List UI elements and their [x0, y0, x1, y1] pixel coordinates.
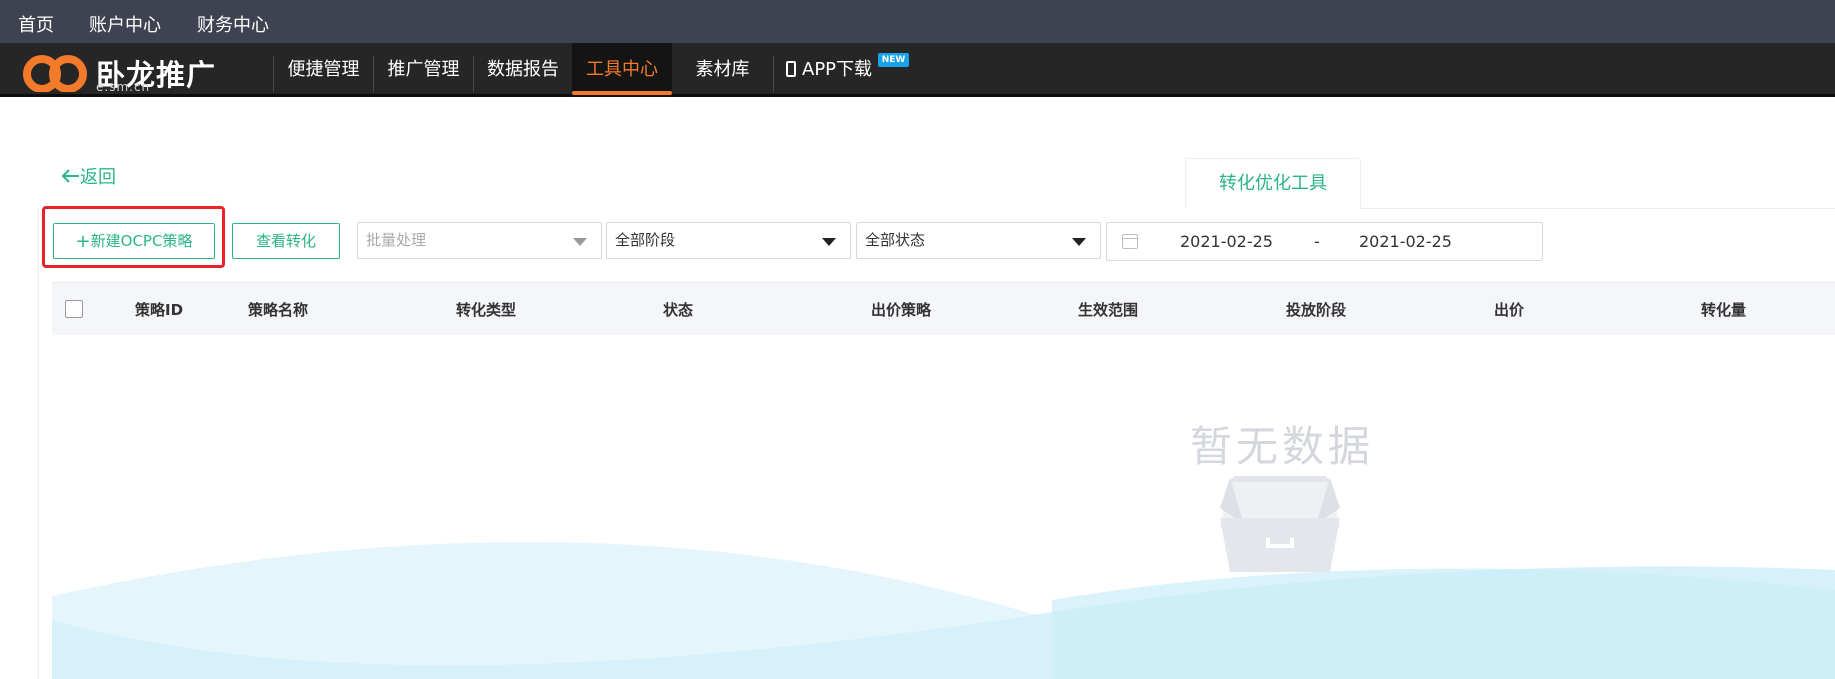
- column-status[interactable]: 状态: [663, 299, 693, 320]
- new-badge: NEW: [878, 53, 909, 67]
- nav-divider: [773, 56, 774, 92]
- column-conversion-count[interactable]: 转化量: [1701, 299, 1746, 320]
- view-conversion-button[interactable]: 查看转化: [232, 223, 340, 259]
- top-nav-finance-center[interactable]: 财务中心: [197, 11, 269, 37]
- column-delivery-stage[interactable]: 投放阶段: [1286, 299, 1346, 320]
- column-strategy-id[interactable]: 策略ID: [135, 299, 183, 320]
- stage-value: 全部阶段: [615, 231, 676, 249]
- content-border: [38, 208, 39, 679]
- caret-down-icon: [1072, 238, 1086, 246]
- nav-item-app-download[interactable]: APP下载: [786, 43, 886, 97]
- decorative-waves: [52, 541, 1835, 679]
- tab-divider: [1361, 208, 1835, 209]
- column-bid-strategy[interactable]: 出价策略: [871, 299, 931, 320]
- status-value: 全部状态: [865, 231, 926, 249]
- date-end[interactable]: 2021-02-25: [1359, 232, 1452, 251]
- nav-item-quick-manage[interactable]: 便捷管理: [274, 43, 373, 97]
- nav-item-promotion-manage[interactable]: 推广管理: [374, 43, 473, 97]
- brand-logo[interactable]: 卧龙推广 e.sm.cn: [22, 50, 237, 94]
- column-effective-scope[interactable]: 生效范围: [1078, 299, 1138, 320]
- nav-item-material-library[interactable]: 素材库: [672, 43, 773, 97]
- column-strategy-name[interactable]: 策略名称: [248, 299, 308, 320]
- select-all-checkbox[interactable]: [65, 300, 83, 318]
- nav-item-data-report[interactable]: 数据报告: [474, 43, 572, 97]
- batch-process-value: 批量处理: [366, 231, 427, 249]
- tab-conversion-optimization[interactable]: 转化优化工具: [1185, 158, 1361, 209]
- calendar-icon: [1122, 234, 1138, 249]
- back-label: 返回: [80, 167, 116, 188]
- back-link[interactable]: 返回: [61, 163, 116, 189]
- logo-subtext: e.sm.cn: [96, 80, 151, 94]
- active-nav-indicator: [572, 91, 672, 95]
- stage-select[interactable]: 全部阶段: [606, 222, 851, 259]
- date-start[interactable]: 2021-02-25: [1180, 232, 1273, 251]
- top-nav-account-center[interactable]: 账户中心: [89, 11, 161, 37]
- caret-down-icon: [573, 238, 587, 246]
- column-bid[interactable]: 出价: [1494, 299, 1524, 320]
- empty-box-icon: [1220, 476, 1340, 572]
- date-range-picker[interactable]: 2021-02-25 - 2021-02-25: [1106, 222, 1543, 261]
- new-strategy-label: 新建OCPC策略: [90, 232, 193, 250]
- batch-process-select[interactable]: 批量处理: [357, 222, 602, 259]
- column-conversion-type[interactable]: 转化类型: [456, 299, 516, 320]
- logo-icon: [23, 55, 87, 93]
- top-nav-home[interactable]: 首页: [18, 11, 54, 37]
- nav-item-tool-center[interactable]: 工具中心: [572, 43, 672, 97]
- top-bar: 首页 账户中心 财务中心: [0, 0, 1835, 43]
- caret-down-icon: [822, 238, 836, 246]
- status-select[interactable]: 全部状态: [856, 222, 1101, 259]
- date-separator: -: [1314, 232, 1320, 251]
- arrow-left-icon: [61, 167, 80, 188]
- phone-icon: [786, 61, 796, 77]
- empty-state-text: 暂无数据: [1190, 422, 1375, 471]
- table-header: 策略ID 策略名称 转化类型 状态 出价策略 生效范围 投放阶段 出价 转化量: [52, 282, 1835, 335]
- new-ocpc-strategy-button[interactable]: +新建OCPC策略: [53, 223, 215, 259]
- app-download-label: APP下载: [802, 59, 873, 80]
- main-nav-bar: 卧龙推广 e.sm.cn 便捷管理 推广管理 数据报告 工具中心 素材库 APP…: [0, 43, 1835, 97]
- plus-icon: +: [75, 231, 91, 252]
